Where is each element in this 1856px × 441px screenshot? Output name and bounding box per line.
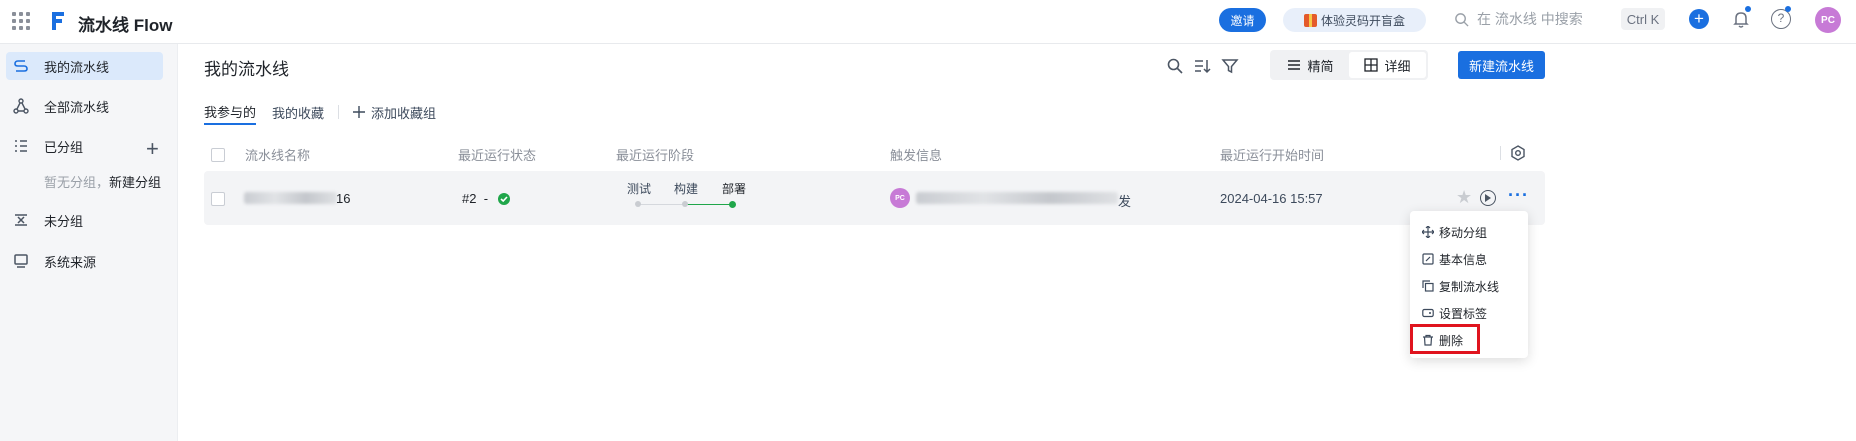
sidebar-item-label: 我的流水线	[44, 59, 110, 75]
global-search[interactable]: 在 流水线 中搜索	[1454, 9, 1583, 29]
no-group-text: 暂无分组，	[44, 175, 110, 190]
redacted-trigger-info	[916, 192, 1118, 204]
filter-icon[interactable]	[1221, 57, 1239, 75]
no-group-hint: 暂无分组，新建分组	[44, 172, 161, 191]
gift-label: 体验灵码开盲盒	[1320, 13, 1405, 28]
notification-dot	[1745, 6, 1751, 12]
tag-icon	[1422, 308, 1434, 318]
star-icon[interactable]: ★	[1456, 187, 1472, 208]
stage-label-deploy: 部署	[722, 182, 747, 196]
menu-item-label: 复制流水线	[1439, 279, 1500, 294]
stage-track-done	[685, 204, 733, 205]
bell-icon[interactable]	[1731, 9, 1751, 29]
column-header-status: 最近运行状态	[458, 148, 537, 163]
sidebar-item-my-pipelines[interactable]: 我的流水线	[6, 52, 163, 80]
view-simple-button[interactable]: 精简	[1272, 52, 1349, 78]
sidebar-item-ungrouped[interactable]: 未分组	[6, 206, 163, 234]
add-group-plus-icon[interactable]: +	[146, 138, 159, 160]
row-checkbox[interactable]	[211, 192, 225, 206]
tab-participated[interactable]: 我参与的	[204, 99, 257, 125]
stage-dot-test	[635, 201, 641, 207]
share-nodes-icon	[12, 97, 30, 115]
search-icon[interactable]	[1166, 57, 1184, 75]
trigger-avatar: PC	[890, 188, 910, 208]
search-placeholder: 在 流水线 中搜索	[1477, 11, 1583, 27]
tab-bar: 我参与的 我的收藏 添加收藏组	[204, 99, 436, 125]
add-favorite-group-button[interactable]: 添加收藏组	[353, 103, 436, 122]
copy-icon	[1422, 280, 1434, 292]
menu-item-label: 基本信息	[1439, 252, 1488, 267]
new-pipeline-button[interactable]: 新建流水线	[1458, 51, 1545, 79]
menu-item-set-tag[interactable]: 设置标签	[1422, 302, 1518, 324]
add-favorite-group-label: 添加收藏组	[371, 105, 437, 121]
view-toggle: 精简 详细	[1270, 50, 1428, 80]
run-play-icon[interactable]	[1480, 190, 1496, 206]
sort-icon[interactable]	[1193, 57, 1211, 75]
stage-dot-build	[682, 201, 688, 207]
settings-gear-icon[interactable]	[1510, 145, 1526, 161]
column-header-name: 流水线名称	[245, 148, 311, 163]
stage-label-build: 构建	[674, 182, 699, 196]
menu-item-basic-info[interactable]: 基本信息	[1422, 248, 1518, 270]
sidebar-item-all-pipelines[interactable]: 全部流水线	[6, 92, 163, 120]
stage-label-test: 测试	[627, 182, 652, 196]
table-grid-icon	[1364, 58, 1379, 72]
create-group-link[interactable]: 新建分组	[109, 175, 161, 190]
run-number[interactable]: #2 -	[462, 191, 488, 206]
monitor-icon	[12, 252, 30, 270]
select-all-checkbox[interactable]	[211, 148, 225, 162]
search-icon	[1455, 12, 1469, 27]
pipeline-icon	[12, 57, 30, 75]
sidebar: 我的流水线 全部流水线 已分组 + 暂无分组，新建分组 未分组 系统来源	[0, 44, 178, 441]
view-detail-button[interactable]: 详细	[1349, 52, 1426, 78]
plus-icon	[353, 106, 366, 118]
help-icon[interactable]: ?	[1771, 9, 1791, 29]
column-header-stage: 最近运行阶段	[616, 148, 695, 163]
column-header-trigger: 触发信息	[890, 148, 943, 163]
ungrouped-icon	[12, 211, 30, 229]
shortcut-hint: Ctrl K	[1621, 8, 1665, 30]
trigger-info-suffix: 发	[1118, 194, 1132, 209]
view-detail-label: 详细	[1384, 58, 1411, 74]
sidebar-item-grouped[interactable]: 已分组	[6, 132, 163, 160]
sidebar-item-label: 系统来源	[44, 254, 97, 270]
menu-lines-icon	[1288, 60, 1301, 70]
menu-item-label: 移动分组	[1439, 225, 1488, 240]
view-simple-label: 精简	[1307, 58, 1334, 74]
create-plus-icon[interactable]: +	[1689, 9, 1709, 29]
tab-divider	[338, 105, 340, 119]
top-bar: 流水线 Flow 邀请 体验灵码开盲盒 在 流水线 中搜索 Ctrl K + ?…	[0, 0, 1856, 44]
column-divider	[1500, 146, 1501, 160]
list-icon	[12, 137, 30, 155]
success-check-icon	[498, 193, 510, 205]
column-header-start-time: 最近运行开始时间	[1220, 148, 1325, 163]
gift-icon	[1303, 13, 1317, 27]
tab-favorites[interactable]: 我的收藏	[272, 99, 324, 125]
sidebar-item-system-source[interactable]: 系统来源	[6, 247, 163, 275]
app-title[interactable]: 流水线 Flow	[78, 11, 172, 36]
flow-logo-icon	[52, 12, 64, 30]
app-grid-icon[interactable]	[12, 12, 30, 30]
more-actions-icon[interactable]: ···	[1508, 185, 1529, 206]
sidebar-item-label: 全部流水线	[44, 99, 110, 115]
pipeline-name-suffix: 16	[336, 191, 351, 206]
menu-item-move-group[interactable]: 移动分组	[1422, 221, 1518, 243]
menu-item-copy-pipeline[interactable]: 复制流水线	[1422, 275, 1518, 297]
move-icon	[1422, 226, 1434, 238]
invite-button[interactable]: 邀请	[1219, 8, 1266, 32]
sidebar-item-label: 已分组	[44, 139, 84, 155]
menu-item-label: 设置标签	[1439, 306, 1488, 321]
table-row[interactable]: 16 #2 - 测试 构建 部署 PC 发 2024-04-16 15:57 ★…	[204, 171, 1545, 225]
start-time: 2024-04-16 15:57	[1220, 191, 1323, 206]
stage-dot-deploy	[729, 201, 736, 208]
delete-highlight-box	[1410, 324, 1480, 354]
gift-button[interactable]: 体验灵码开盲盒	[1283, 8, 1426, 32]
help-dot	[1785, 6, 1791, 12]
redacted-pipeline-name	[244, 192, 337, 204]
edit-icon	[1422, 253, 1434, 265]
table-header: 流水线名称 最近运行状态 最近运行阶段 触发信息 最近运行开始时间	[204, 138, 1545, 168]
user-avatar[interactable]: PC	[1815, 7, 1841, 33]
page-title: 我的流水线	[204, 60, 289, 79]
sidebar-item-label: 未分组	[44, 213, 84, 229]
